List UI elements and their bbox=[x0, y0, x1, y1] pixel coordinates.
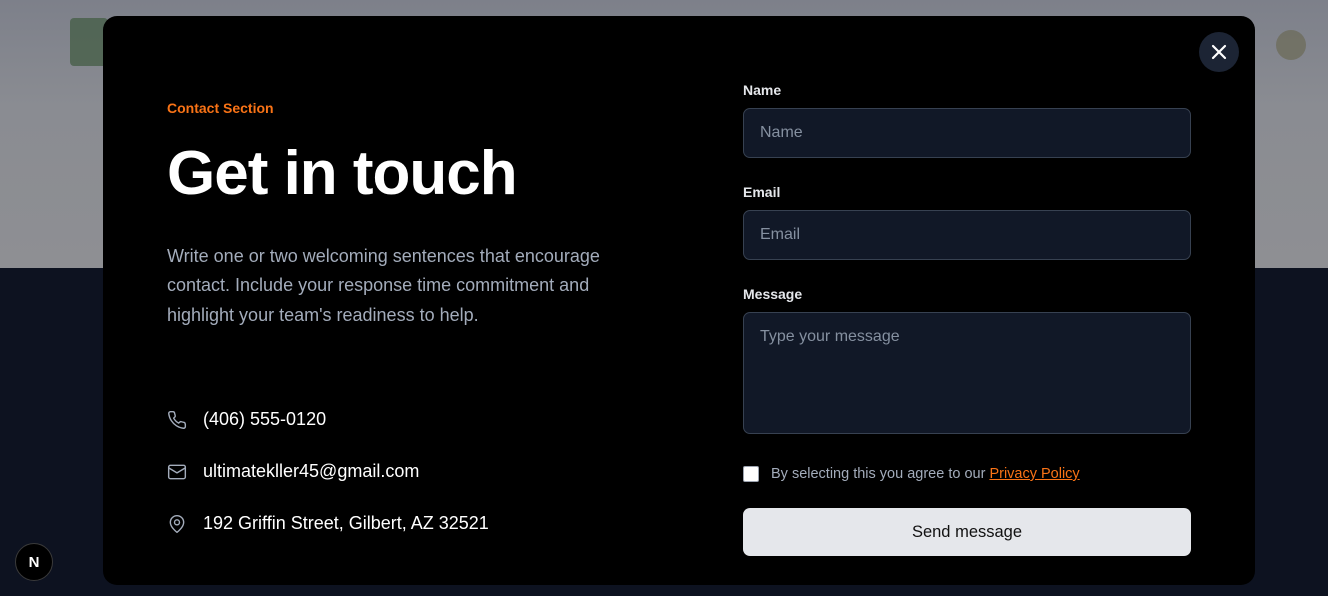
name-field[interactable] bbox=[743, 108, 1191, 158]
background-cart-icon bbox=[1276, 30, 1306, 60]
email-label: Email bbox=[743, 184, 781, 200]
contact-email[interactable]: ultimatekller45@gmail.com bbox=[167, 461, 419, 482]
message-field[interactable] bbox=[743, 312, 1191, 434]
message-label: Message bbox=[743, 286, 803, 302]
phone-icon bbox=[167, 410, 187, 430]
location-pin-icon bbox=[167, 514, 187, 534]
section-description: Write one or two welcoming sentences tha… bbox=[167, 246, 600, 325]
agreement-prefix: By selecting this you agree to our bbox=[771, 466, 990, 482]
page-title: Get in touch bbox=[167, 139, 518, 208]
send-message-button[interactable]: Send message bbox=[743, 508, 1191, 556]
mail-icon bbox=[167, 462, 187, 482]
contact-phone[interactable]: (406) 555-0120 bbox=[167, 409, 326, 430]
agreement-text: By selecting this you agree to our Priva… bbox=[771, 466, 1080, 482]
contact-address[interactable]: 192 Griffin Street, Gilbert, AZ 32521 bbox=[167, 513, 489, 534]
privacy-agreement: By selecting this you agree to our Priva… bbox=[743, 466, 1080, 482]
contact-phone-text: (406) 555-0120 bbox=[203, 409, 327, 429]
next-badge-letter: N bbox=[28, 553, 40, 571]
name-label: Name bbox=[743, 82, 782, 98]
close-icon bbox=[1211, 44, 1227, 60]
privacy-policy-link[interactable]: Privacy Policy bbox=[989, 466, 1079, 482]
close-button[interactable] bbox=[1199, 32, 1239, 72]
contact-address-text: 192 Griffin Street, Gilbert, AZ 32521 bbox=[203, 513, 489, 533]
section-eyebrow: Contact Section bbox=[167, 100, 274, 116]
contact-modal: Contact Section Get in touch Write one o… bbox=[103, 16, 1255, 585]
contact-email-text: ultimatekller45@gmail.com bbox=[203, 461, 420, 481]
email-field[interactable] bbox=[743, 210, 1191, 260]
privacy-checkbox[interactable] bbox=[743, 466, 759, 482]
next-dev-badge[interactable]: N bbox=[15, 543, 53, 581]
